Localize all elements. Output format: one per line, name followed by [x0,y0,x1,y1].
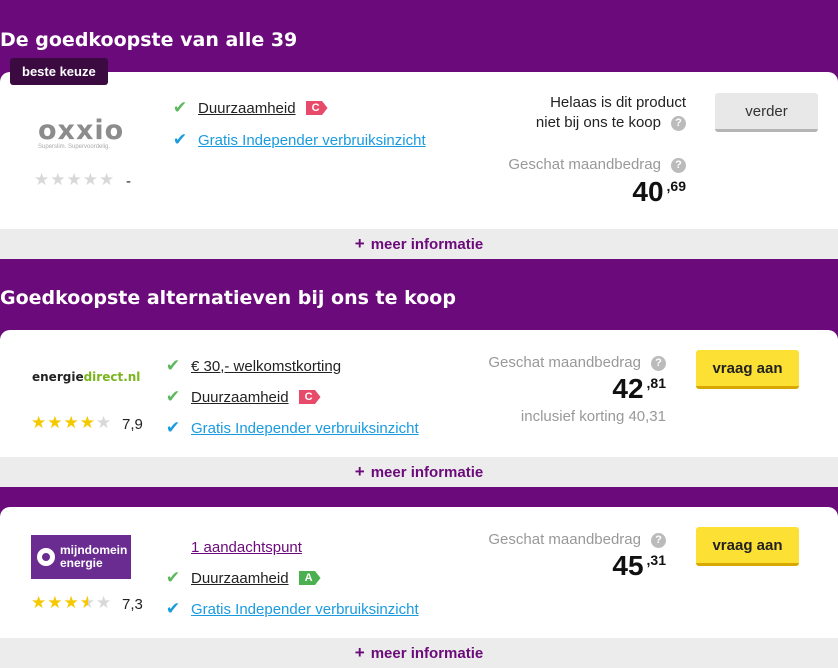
feature-insight: ✔ Gratis Independer verbruiksinzicht [163,418,419,438]
request-button[interactable]: vraag aan [696,350,799,389]
star-icon: ★ [82,170,99,189]
attention-point-link[interactable]: 1 aandachtspunt [191,539,302,556]
energy-label-c: C [298,390,321,404]
check-icon: ✔ [172,130,188,149]
energiedirect-logo[interactable]: energiedirect.nl [32,370,140,384]
star-icon: ★ [63,413,80,432]
monthly-price: 45,31 [612,550,666,582]
offer-card-oxxio: oxxio Superslim. Supervoordelig. ★★★★★ -… [0,72,838,229]
request-button[interactable]: vraag aan [696,527,799,566]
estimate-label-text: Geschat maandbedrag [488,531,641,548]
sustainability-link[interactable]: Duurzaamheid [191,389,289,406]
sustainability-link[interactable]: Duurzaamheid [198,100,296,117]
star-icon: ★ [47,593,64,612]
sustainability-link[interactable]: Duurzaamheid [191,570,289,587]
oxxio-logo[interactable]: oxxio Superslim. Supervoordelig. [38,115,130,150]
estimate-label: Geschat maandbedrag? [488,531,666,548]
unavailable-line1: Helaas is dit product [550,94,686,111]
mijndomein-logo-icon [37,548,55,566]
more-info-mijndomein[interactable]: + meer informatie [0,638,838,668]
offer-card-energiedirect: energiedirect.nl ★★★★★ 7,9 ✔ € 30,- welk… [0,330,838,457]
price-cents: ,81 [646,375,666,391]
more-info-energiedirect[interactable]: + meer informatie [0,457,838,487]
star-icon: ★ [79,413,96,432]
star-icon: ★ [34,170,51,189]
feature-sustainability: ✔ Duurzaamheid C [163,387,321,407]
feature-insight: ✔ Gratis Independer verbruiksinzicht [163,599,419,619]
star-icon: ★ [31,593,48,612]
energy-label-c: C [305,101,328,115]
plus-icon: + [354,462,365,481]
check-icon: ✔ [165,387,181,406]
check-icon: ✔ [165,599,181,618]
energy-label-a: A [298,571,321,585]
question-icon[interactable]: ? [651,532,666,548]
star-icon: ★ [96,593,113,612]
more-info-label: meer informatie [370,464,484,481]
feature-insight: ✔ Gratis Independer verbruiksinzicht [170,130,426,150]
logo-text-a: energie [32,370,84,384]
check-icon: ✔ [165,418,181,437]
insight-link[interactable]: Gratis Independer verbruiksinzicht [191,601,419,618]
price-main: 45 [612,550,644,581]
rating-value: 7,9 [122,416,143,433]
section-title-cheapest: De goedkoopste van alle 39 [0,29,298,51]
feature-sustainability: ✔ Duurzaamheid C [170,98,328,118]
best-choice-badge: beste keuze [10,58,108,85]
star-icon: ★ [63,593,80,612]
feature-attention-point: 1 aandachtspunt [191,539,302,556]
check-icon: ✔ [165,356,181,375]
estimate-label-text: Geschat maandbedrag [488,354,641,371]
price-main: 40 [632,176,664,207]
price-cents: ,69 [666,178,686,194]
question-icon[interactable]: ? [671,157,686,173]
star-icon: ★ [96,413,113,432]
section-title-alternatives: Goedkoopste alternatieven bij ons te koo… [0,287,456,309]
estimate-label: Geschat maandbedrag? [508,156,686,173]
offer-card-mijndomein: mijndomein energie ★★★★★ 7,3 1 aandachts… [0,507,838,638]
question-icon[interactable]: ? [651,355,666,371]
check-icon: ✔ [165,568,181,587]
star-icon: ★ [79,593,96,612]
logo-text-b: energie [60,556,103,570]
star-icon: ★ [31,413,48,432]
welcome-discount-link[interactable]: € 30,- welkomstkorting [191,358,341,375]
question-icon[interactable]: ? [671,115,686,131]
star-icon: ★ [47,413,64,432]
estimate-label: Geschat maandbedrag? [488,354,666,371]
unavailable-line2: niet bij ons te koop [535,114,661,131]
star-icon: ★ [66,170,83,189]
star-rating: ★★★★★ [34,170,115,190]
rating-value: 7,3 [122,596,143,613]
price-main: 42 [612,373,644,404]
insight-link[interactable]: Gratis Independer verbruiksinzicht [198,132,426,149]
star-rating: ★★★★★ [31,593,112,613]
monthly-price: 40,69 [632,176,686,208]
unavailable-note: Helaas is dit product niet bij ons te ko… [536,93,686,133]
more-info-oxxio[interactable]: + meer informatie [0,229,838,259]
price-cents: ,31 [646,552,666,568]
plus-icon: + [354,234,365,253]
feature-welcome-discount: ✔ € 30,- welkomstkorting [163,356,341,376]
mijndomein-logo[interactable]: mijndomein energie [31,535,131,579]
logo-text-b: direct.nl [83,370,141,384]
more-info-label: meer informatie [370,645,484,662]
feature-sustainability: ✔ Duurzaamheid A [163,568,321,588]
plus-icon: + [354,643,365,662]
check-icon: ✔ [172,98,188,117]
star-icon: ★ [50,170,67,189]
more-info-label: meer informatie [370,236,484,253]
estimate-label-text: Geschat maandbedrag [508,156,661,173]
star-rating: ★★★★★ [31,413,112,433]
continue-button[interactable]: verder [715,93,818,132]
rating-value: - [126,173,131,190]
discount-note: inclusief korting 40,31 [520,408,666,425]
logo-text: oxxio [38,115,125,146]
insight-link[interactable]: Gratis Independer verbruiksinzicht [191,420,419,437]
monthly-price: 42,81 [612,373,666,405]
star-icon: ★ [99,170,116,189]
